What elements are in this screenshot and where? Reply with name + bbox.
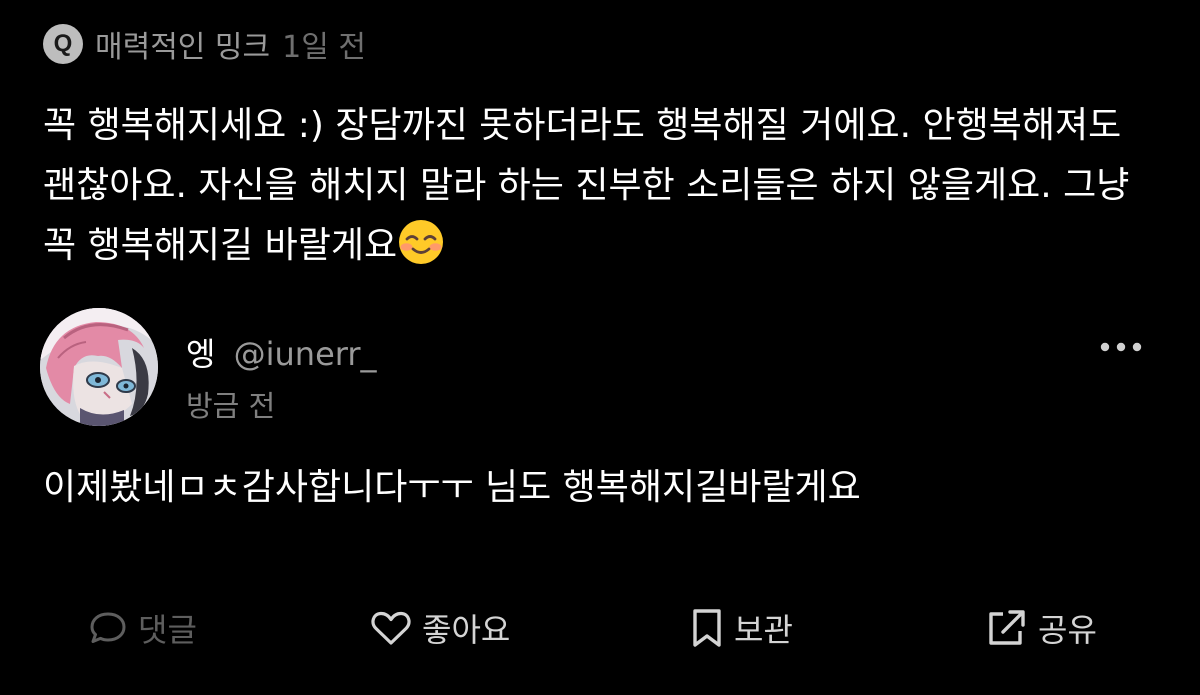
comment-button[interactable]: 댓글 xyxy=(88,600,197,656)
like-button[interactable]: 좋아요 xyxy=(370,600,510,656)
comment-label: 댓글 xyxy=(138,611,197,649)
answer-author-name: 엥 xyxy=(186,335,216,373)
heart-icon xyxy=(371,611,411,645)
question-author[interactable]: 매력적인 밍크 xyxy=(95,22,270,66)
more-options-button[interactable] xyxy=(1092,330,1150,364)
bookmark-button[interactable]: 보관 xyxy=(690,600,793,656)
speech-bubble-icon xyxy=(90,612,126,643)
answer-time: 방금 전 xyxy=(186,389,276,423)
question-header: Q 매력적인 밍크 1일 전 xyxy=(43,22,366,66)
avatar[interactable] xyxy=(40,308,158,426)
question-badge-icon: Q xyxy=(43,24,83,64)
share-label: 공유 xyxy=(1038,611,1097,649)
answer-author[interactable]: 엥 @iunerr_ xyxy=(186,334,377,374)
action-bar: 댓글 좋아요 보관 공유 xyxy=(0,600,1200,656)
smiling-face-icon xyxy=(399,220,444,264)
bookmark-icon xyxy=(693,609,721,647)
share-icon xyxy=(989,610,1025,645)
bookmark-label: 보관 xyxy=(734,611,793,649)
answer-author-handle: @iunerr_ xyxy=(233,335,377,373)
more-dots-icon xyxy=(1100,342,1142,352)
share-button[interactable]: 공유 xyxy=(986,600,1097,656)
question-body: 꼭 행복해지세요 :) 장담까진 못하더라도 행복해질 거에요. 안행복해져도 … xyxy=(43,105,1130,266)
question-text: 꼭 행복해지세요 :) 장담까진 못하더라도 행복해질 거에요. 안행복해져도 … xyxy=(43,96,1163,276)
answer-text: 이제봤네ㅁㅊ감사합니다ㅜㅜ 님도 행복해지길바랄게요 xyxy=(43,467,861,508)
question-time: 1일 전 xyxy=(282,30,366,65)
like-label: 좋아요 xyxy=(422,611,511,649)
avatar-illustration xyxy=(40,308,158,426)
